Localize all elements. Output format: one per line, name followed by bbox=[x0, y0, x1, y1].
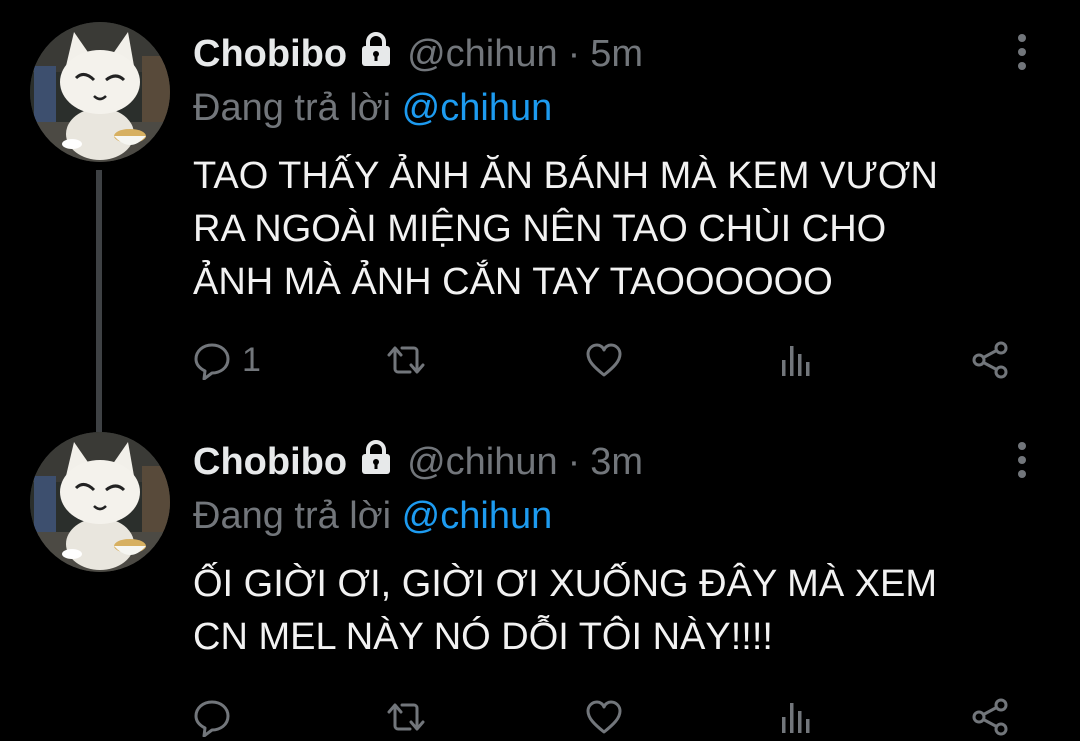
timestamp[interactable]: 3m bbox=[590, 441, 643, 483]
retweet-button[interactable] bbox=[386, 338, 426, 382]
reply-mention-link[interactable]: @chihun bbox=[402, 87, 553, 129]
like-button[interactable] bbox=[584, 695, 624, 739]
avatar-image bbox=[30, 432, 170, 572]
separator: · bbox=[567, 441, 581, 483]
lock-icon bbox=[359, 440, 393, 486]
tweet[interactable]: Chobibo @chihun · 3m Đang trả lời @chihun Ố… bbox=[0, 410, 1080, 741]
reply-context: Đang trả lời @chihun bbox=[193, 494, 552, 538]
tweet-header: Chobibo @chihun · 3m bbox=[193, 440, 643, 484]
tweet-header: Chobibo @chihun · 5m bbox=[193, 32, 643, 76]
reply-icon bbox=[192, 697, 232, 737]
stats-button[interactable] bbox=[776, 695, 816, 739]
share-button[interactable] bbox=[970, 695, 1010, 739]
separator: · bbox=[567, 33, 581, 75]
reply-prefix: Đang trả lời bbox=[193, 495, 392, 537]
action-bar: 1 bbox=[192, 338, 1032, 382]
timestamp[interactable]: 5m bbox=[590, 33, 643, 75]
reply-button[interactable] bbox=[192, 695, 242, 739]
like-button[interactable] bbox=[584, 338, 624, 382]
stats-button[interactable] bbox=[776, 338, 816, 382]
reply-count: 1 bbox=[242, 340, 261, 379]
reply-mention-link[interactable]: @chihun bbox=[402, 495, 553, 537]
like-icon bbox=[584, 340, 624, 380]
reply-prefix: Đang trả lời bbox=[193, 87, 392, 129]
more-icon[interactable] bbox=[1008, 438, 1036, 482]
share-button[interactable] bbox=[970, 338, 1010, 382]
tweet[interactable]: Chobibo @chihun · 5m Đang trả lời @chihun T… bbox=[0, 0, 1080, 410]
action-bar bbox=[192, 695, 1032, 739]
retweet-button[interactable] bbox=[386, 695, 426, 739]
tweet-text: ỐI GIỜI ƠI, GIỜI ƠI XUỐNG ĐÂY MÀ XEM CN … bbox=[193, 563, 938, 658]
reply-button[interactable]: 1 bbox=[192, 338, 261, 382]
avatar[interactable] bbox=[30, 432, 170, 572]
avatar-image bbox=[30, 22, 170, 162]
display-name[interactable]: Chobibo bbox=[193, 441, 347, 483]
avatar[interactable] bbox=[30, 22, 170, 162]
more-icon[interactable] bbox=[1008, 30, 1036, 74]
lock-icon bbox=[359, 32, 393, 78]
tweet-text: TAO THẤY ẢNH ĂN BÁNH MÀ KEM VƯƠN RA NGOÀ… bbox=[193, 155, 938, 303]
stats-icon bbox=[776, 697, 816, 737]
reply-icon bbox=[192, 340, 232, 380]
stats-icon bbox=[776, 340, 816, 380]
retweet-icon bbox=[386, 697, 426, 737]
share-icon bbox=[970, 697, 1010, 737]
user-handle[interactable]: @chihun bbox=[407, 441, 558, 483]
like-icon bbox=[584, 697, 624, 737]
reply-context: Đang trả lời @chihun bbox=[193, 86, 552, 130]
retweet-icon bbox=[386, 340, 426, 380]
display-name[interactable]: Chobibo bbox=[193, 33, 347, 75]
share-icon bbox=[970, 340, 1010, 380]
user-handle[interactable]: @chihun bbox=[407, 33, 558, 75]
